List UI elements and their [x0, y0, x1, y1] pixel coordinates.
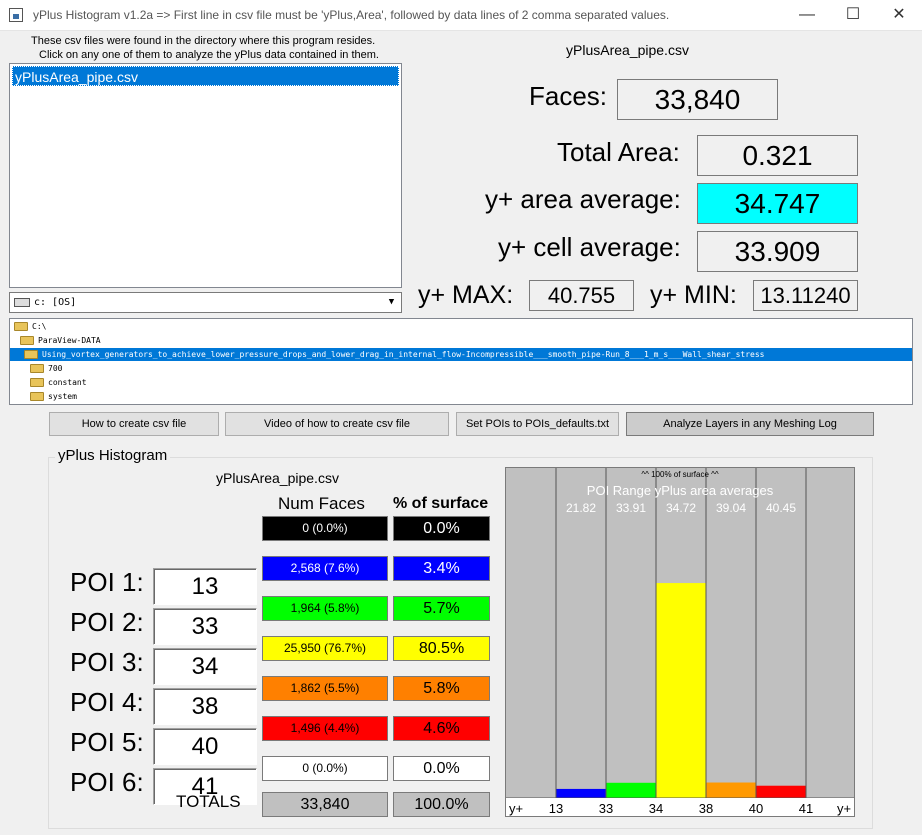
- range-average-label: 39.04: [716, 501, 746, 515]
- poi-input[interactable]: 38: [153, 688, 257, 725]
- range-average-label: 40.45: [766, 501, 796, 515]
- poi-surface-percent: 3.4%: [393, 556, 490, 581]
- maximize-button[interactable]: ☐: [830, 0, 876, 31]
- minimize-button[interactable]: —: [784, 0, 830, 31]
- csv-file-list[interactable]: yPlusArea_pipe.csv: [9, 63, 402, 288]
- folder-open-icon: [14, 322, 28, 331]
- faces-value: 33,840: [617, 79, 778, 120]
- histogram-bar: [556, 788, 606, 798]
- cell-average-value: 33.909: [697, 231, 858, 272]
- faces-label: Faces:: [529, 81, 608, 111]
- histogram-group-title: yPlus Histogram: [55, 447, 171, 464]
- chart-top-label: ^^ 100% of surface ^^: [641, 470, 719, 479]
- poi-label: POI 4:: [70, 687, 144, 717]
- x-tick-label: 40: [749, 801, 763, 816]
- x-tick-label: 33: [599, 801, 613, 816]
- drive-icon: [14, 298, 30, 307]
- app-icon: [9, 8, 23, 22]
- how-to-create-csv-button[interactable]: How to create csv file: [49, 412, 219, 436]
- poi-face-count: 25,950 (76.7%): [262, 636, 388, 661]
- area-average-value: 34.747: [697, 183, 858, 224]
- totals-percent: 100.0%: [393, 792, 490, 817]
- poi-face-count: 2,568 (7.6%): [262, 556, 388, 581]
- total-area-value: 0.321: [697, 135, 858, 176]
- totals-label: TOTALS: [176, 792, 241, 811]
- drive-select[interactable]: c: [OS] ▼: [9, 292, 402, 313]
- drive-value: c: [OS]: [34, 297, 77, 308]
- csv-file-item[interactable]: yPlusArea_pipe.csv: [12, 66, 399, 86]
- poi-face-count: 1,496 (4.4%): [262, 716, 388, 741]
- total-area-label: Total Area:: [557, 137, 680, 167]
- poi-face-count: 1,964 (5.8%): [262, 596, 388, 621]
- poi-surface-percent: 4.6%: [393, 716, 490, 741]
- chart-subtitle: POI Range yPlus area averages: [587, 483, 774, 498]
- poi-surface-percent: 80.5%: [393, 636, 490, 661]
- x-tick-label: y+: [837, 801, 851, 816]
- yplus-min-label: y+ MIN:: [650, 281, 737, 309]
- window-title: yPlus Histogram v1.2a => First line in c…: [33, 8, 670, 22]
- x-tick-label: 34: [649, 801, 663, 816]
- x-tick-label: 38: [699, 801, 713, 816]
- folder-open-icon: [20, 336, 34, 345]
- poi-surface-percent: 0.0%: [393, 756, 490, 781]
- yplus-min-value: 13.11240: [753, 280, 858, 311]
- histogram-bar: [756, 785, 806, 798]
- histogram-bar: [656, 583, 706, 798]
- histogram-filename: yPlusArea_pipe.csv: [216, 470, 339, 486]
- poi-input[interactable]: 40: [153, 728, 257, 765]
- title-bar: yPlus Histogram v1.2a => First line in c…: [0, 0, 922, 31]
- range-average-label: 34.72: [666, 501, 696, 515]
- num-faces-header: Num Faces: [278, 494, 365, 513]
- close-button[interactable]: ✕: [876, 0, 922, 31]
- directory-list[interactable]: C:\ ParaView-DATA Using_vortex_generator…: [9, 318, 913, 405]
- poi-face-count: 1,862 (5.5%): [262, 676, 388, 701]
- instructions-line1: These csv files were found in the direct…: [31, 35, 376, 47]
- video-how-to-button[interactable]: Video of how to create csv file: [225, 412, 449, 436]
- histogram-bar: [706, 782, 756, 798]
- yplus-max-value: 40.755: [529, 280, 634, 311]
- poi-input[interactable]: 13: [153, 568, 257, 605]
- range-average-label: 21.82: [566, 501, 596, 515]
- poi-label: POI 2:: [70, 607, 144, 637]
- folder-icon: [30, 378, 44, 387]
- yplus-histogram-chart: ^^ 100% of surface ^^ POI Range yPlus are…: [505, 467, 855, 817]
- analyze-meshing-log-button[interactable]: Analyze Layers in any Meshing Log: [626, 412, 874, 436]
- poi-input[interactable]: 33: [153, 608, 257, 645]
- yplus-max-label: y+ MAX:: [418, 281, 514, 309]
- poi-input[interactable]: 34: [153, 648, 257, 685]
- totals-faces: 33,840: [262, 792, 388, 817]
- poi-label: POI 1:: [70, 567, 144, 597]
- poi-surface-percent: 5.7%: [393, 596, 490, 621]
- poi-label: POI 6:: [70, 767, 144, 797]
- area-average-label: y+ area average:: [485, 184, 681, 214]
- poi-label: POI 5:: [70, 727, 144, 757]
- poi-face-count: 0 (0.0%): [262, 756, 388, 781]
- x-tick-label: 13: [549, 801, 563, 816]
- instructions-line2: Click on any one of them to analyze the …: [39, 49, 379, 61]
- range-average-label: 33.91: [616, 501, 646, 515]
- x-tick-label: y+: [509, 801, 523, 816]
- set-pois-default-button[interactable]: Set POIs to POIs_defaults.txt: [456, 412, 619, 436]
- chart-svg: ^^ 100% of surface ^^ POI Range yPlus are…: [506, 468, 854, 816]
- folder-icon: [30, 364, 44, 373]
- poi-surface-percent: 5.8%: [393, 676, 490, 701]
- summary-filename: yPlusArea_pipe.csv: [566, 42, 689, 58]
- poi-label: POI 3:: [70, 647, 144, 677]
- histogram-bar: [606, 782, 656, 798]
- poi-surface-percent: 0.0%: [393, 516, 490, 541]
- chevron-down-icon[interactable]: ▼: [383, 294, 400, 311]
- poi-face-count: 0 (0.0%): [262, 516, 388, 541]
- cell-average-label: y+ cell average:: [498, 232, 681, 262]
- dir-item-selected[interactable]: Using_vortex_generators_to_achieve_lower…: [10, 348, 912, 361]
- x-tick-label: 41: [799, 801, 813, 816]
- folder-open-icon: [24, 350, 38, 359]
- percent-surface-header: % of surface: [393, 495, 489, 512]
- folder-icon: [30, 392, 44, 401]
